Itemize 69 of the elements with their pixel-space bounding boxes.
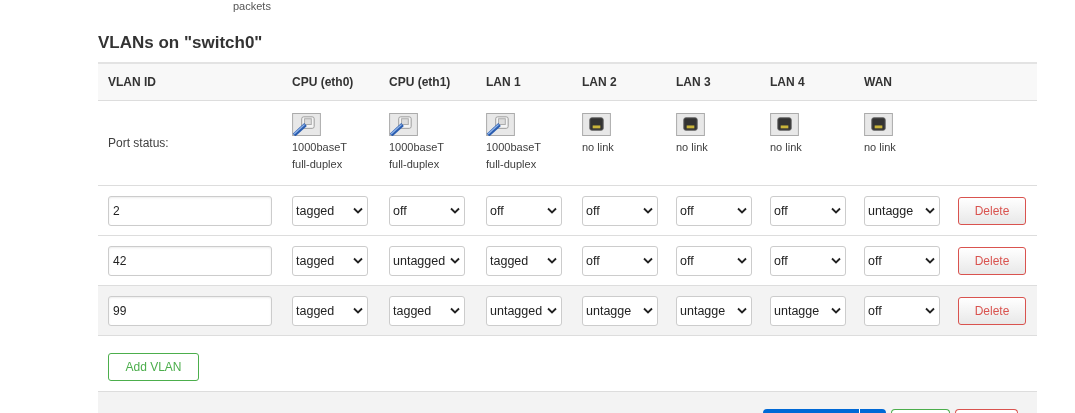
chevron-icon xyxy=(831,257,841,264)
port-mode-select[interactable]: untagge xyxy=(770,295,846,326)
port-mode-select[interactable]: tagged xyxy=(292,295,368,326)
port-status-text: no link xyxy=(770,140,803,155)
chevron-icon xyxy=(547,307,557,314)
port-mode-select[interactable]: tagged xyxy=(389,295,465,326)
port-mode-select[interactable]: off xyxy=(389,195,465,226)
column-header: LAN 1 xyxy=(486,75,521,89)
port-mode-select[interactable]: untagge xyxy=(864,195,940,226)
chevron-icon xyxy=(353,207,363,214)
vlan-id-field[interactable]: 42 xyxy=(108,245,272,276)
chevron-icon xyxy=(737,257,747,264)
port-mode-select[interactable]: off xyxy=(770,245,846,276)
port-status-text: no link xyxy=(582,140,615,155)
chevron-icon xyxy=(643,307,653,314)
chevron-icon xyxy=(450,307,460,314)
delete-button[interactable]: Delete xyxy=(958,246,1026,275)
vlan-id-field[interactable]: 2 xyxy=(108,195,272,226)
description-text: packets xyxy=(233,0,271,12)
chevron-icon xyxy=(831,307,841,314)
column-header: CPU (eth1) xyxy=(389,75,451,89)
port-status-text: 1000baseT full-duplex xyxy=(486,140,543,172)
vlan-id-field[interactable]: 99 xyxy=(108,295,272,326)
chevron-icon xyxy=(547,207,557,214)
port-mode-select[interactable]: off xyxy=(486,195,562,226)
port-status-text: 1000baseT full-duplex xyxy=(389,140,446,172)
column-header: LAN 4 xyxy=(770,75,805,89)
split-button[interactable] xyxy=(763,409,886,413)
port-mode-select[interactable]: untagge xyxy=(676,295,752,326)
delete-button[interactable]: Delete xyxy=(958,296,1026,325)
chevron-icon xyxy=(450,207,460,214)
port-mode-select[interactable]: off xyxy=(582,245,658,276)
port-status-text: 1000baseT full-duplex xyxy=(292,140,349,172)
port-mode-select[interactable]: tagged xyxy=(486,245,562,276)
row-label: Port status: xyxy=(108,136,169,150)
chevron-icon xyxy=(831,207,841,214)
chevron-icon xyxy=(353,257,363,264)
chevron-icon xyxy=(925,257,935,264)
action-button[interactable] xyxy=(891,409,950,413)
port-mode-select[interactable]: off xyxy=(770,195,846,226)
column-header: WAN xyxy=(864,75,892,89)
port-mode-select[interactable]: off xyxy=(864,295,940,326)
port-mode-select[interactable]: tagged xyxy=(292,195,368,226)
port-mode-select[interactable]: off xyxy=(582,195,658,226)
delete-button[interactable]: Delete xyxy=(958,196,1026,225)
column-header: LAN 3 xyxy=(676,75,711,89)
port-status-text: no link xyxy=(676,140,709,155)
chevron-icon xyxy=(450,257,460,264)
column-header: LAN 2 xyxy=(582,75,617,89)
port-mode-select[interactable]: tagged xyxy=(292,245,368,276)
port-mode-select[interactable]: untagge xyxy=(582,295,658,326)
chevron-icon xyxy=(737,307,747,314)
chevron-icon xyxy=(737,207,747,214)
action-button[interactable] xyxy=(955,409,1018,413)
port-mode-select[interactable]: off xyxy=(676,195,752,226)
port-mode-select[interactable]: off xyxy=(864,245,940,276)
port-mode-select[interactable]: untagged xyxy=(486,295,562,326)
port-status-text: no link xyxy=(864,140,897,155)
chevron-icon xyxy=(925,207,935,214)
section-title: VLANs on "switch0" xyxy=(98,32,264,54)
chevron-icon xyxy=(353,307,363,314)
port-mode-select[interactable]: off xyxy=(676,245,752,276)
chevron-icon xyxy=(925,307,935,314)
column-header: CPU (eth0) xyxy=(292,75,354,89)
column-header: VLAN ID xyxy=(108,75,156,89)
chevron-icon xyxy=(643,257,653,264)
port-mode-select[interactable]: untagged xyxy=(389,245,465,276)
chevron-icon xyxy=(643,207,653,214)
chevron-icon xyxy=(547,257,557,264)
